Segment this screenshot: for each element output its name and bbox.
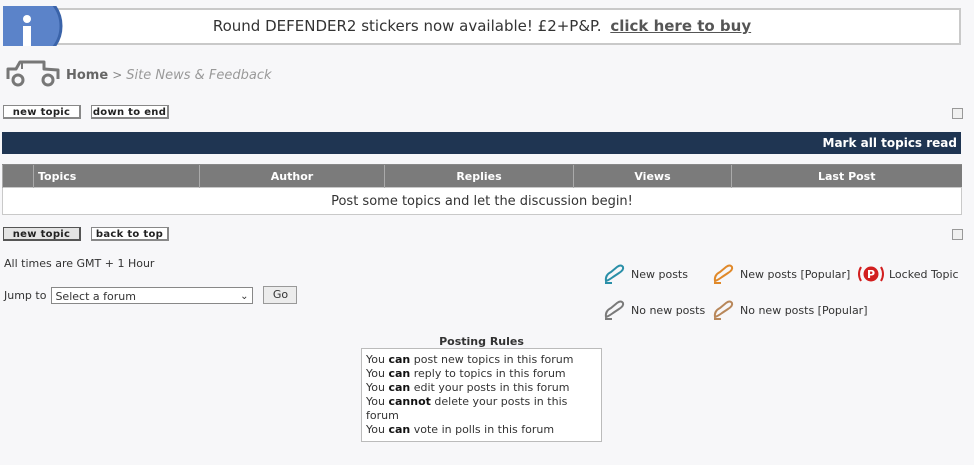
legend-new-posts-label: New posts: [631, 267, 688, 281]
down-to-end-button[interactable]: down to end: [91, 105, 169, 119]
timezone-note: All times are GMT + 1 Hour: [4, 257, 155, 270]
column-author-header: Author: [199, 164, 385, 188]
column-last-post-header: Last Post: [731, 164, 962, 188]
breadcrumb-forum-link[interactable]: Site News & Feedback: [126, 68, 271, 83]
forum-select[interactable]: Select a forum ⌄: [51, 286, 254, 304]
chevron-down-icon: ⌄: [240, 290, 249, 302]
banner-message: Round DEFENDER2 stickers now available! …: [212, 17, 602, 35]
new-topic-button-top[interactable]: new topic: [3, 105, 81, 119]
no-new-posts-popular-icon: [713, 300, 734, 320]
rule-line: You cannot delete your posts in this for…: [366, 395, 568, 422]
locked-topic-icon: P: [858, 266, 884, 282]
buy-stickers-link[interactable]: click here to buy: [610, 17, 751, 35]
legend-new-posts-popular: New posts [Popular]: [712, 263, 850, 285]
legend-no-new-posts-popular: No new posts [Popular]: [712, 299, 868, 321]
empty-topics-message: Post some topics and let the discussion …: [2, 187, 962, 215]
table-row: Post some topics and let the discussion …: [2, 187, 962, 215]
column-views-header: Views: [573, 164, 732, 188]
select-all-checkbox-bottom[interactable]: [952, 229, 963, 240]
breadcrumb-home-link[interactable]: Home: [66, 68, 108, 83]
legend-locked-topic: P Locked Topic: [857, 263, 959, 285]
jump-to-label: Jump to: [4, 288, 47, 302]
no-new-posts-icon: [604, 300, 625, 320]
legend-new-posts-popular-label: New posts [Popular]: [740, 267, 851, 281]
svg-text:P: P: [867, 268, 875, 281]
rule-line: You can edit your posts in this forum: [366, 381, 570, 394]
topics-table: Topics Author Replies Views Last Post Po…: [2, 164, 962, 215]
table-header-row: Topics Author Replies Views Last Post: [2, 164, 962, 188]
posting-rules-box: You can post new topics in this forum Yo…: [361, 348, 602, 442]
column-topics-header: Topics: [33, 164, 200, 188]
new-posts-icon: [604, 264, 625, 284]
breadcrumb-separator: >: [112, 68, 123, 82]
rule-line: You can vote in polls in this forum: [366, 423, 555, 436]
select-all-checkbox-top[interactable]: [952, 108, 963, 119]
legend-new-posts: New posts: [603, 263, 688, 285]
legend-no-new-posts-label: No new posts: [631, 303, 706, 317]
vehicle-logo-icon: [4, 57, 62, 93]
mark-all-read-link[interactable]: Mark all topics read: [823, 136, 957, 150]
new-topic-button-bottom[interactable]: new topic: [3, 227, 81, 241]
forum-header-bar: Mark all topics read: [2, 132, 961, 154]
column-replies-header: Replies: [384, 164, 574, 188]
rule-line: You can reply to topics in this forum: [366, 367, 566, 380]
legend-locked-topic-label: Locked Topic: [889, 267, 959, 281]
breadcrumb: Home > Site News & Feedback: [4, 58, 272, 92]
forum-select-value: Select a forum: [55, 289, 136, 303]
posting-rules-title: Posting Rules: [439, 335, 524, 348]
jump-to-form: Jump to Select a forum ⌄ Go: [4, 286, 298, 304]
legend-no-new-posts-popular-label: No new posts [Popular]: [740, 303, 868, 317]
legend-no-new-posts: No new posts: [603, 299, 705, 321]
go-button[interactable]: Go: [263, 286, 298, 304]
promo-banner: Round DEFENDER2 stickers now available! …: [3, 6, 961, 46]
new-posts-popular-icon: [713, 264, 734, 284]
rule-line: You can post new topics in this forum: [366, 353, 574, 366]
back-to-top-button[interactable]: back to top: [91, 227, 169, 241]
column-icon-header: [2, 164, 34, 188]
